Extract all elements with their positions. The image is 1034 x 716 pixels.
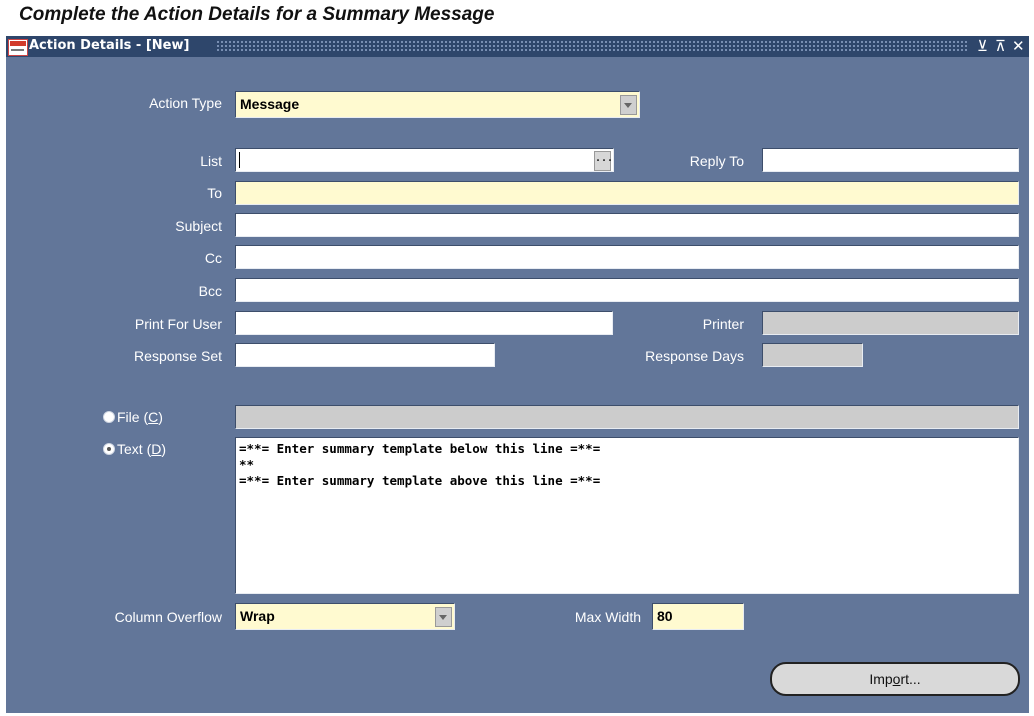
column-overflow-value: Wrap	[240, 608, 275, 624]
action-details-window: Action Details - [New] ⊻ ⊼ ✕ Action Type…	[6, 36, 1029, 713]
action-type-select[interactable]: Message	[235, 91, 640, 118]
column-overflow-select[interactable]: Wrap	[235, 603, 455, 630]
import-button-suffix: rt...	[900, 671, 921, 687]
minimize-icon[interactable]: ⊻	[977, 37, 988, 55]
text-radio-button[interactable]	[103, 443, 115, 455]
max-width-label: Max Width	[574, 609, 641, 625]
list-label: List	[200, 153, 222, 169]
reply-to-label: Reply To	[689, 153, 744, 169]
chevron-down-icon[interactable]	[435, 607, 452, 627]
maximize-icon[interactable]: ⊼	[995, 37, 1006, 55]
import-button[interactable]: Import...	[770, 662, 1020, 696]
file-radio-accelerator: C	[148, 409, 159, 425]
action-type-value: Message	[240, 96, 300, 112]
bcc-field[interactable]	[235, 278, 1019, 302]
print-for-user-label: Print For User	[134, 316, 222, 332]
text-radio-label-suffix: )	[161, 441, 167, 457]
file-radio-label-prefix: File (	[117, 409, 149, 425]
import-button-prefix: Imp	[869, 671, 893, 687]
text-caret	[239, 152, 240, 168]
text-radio-accelerator: D	[151, 441, 162, 457]
column-overflow-label: Column Overflow	[114, 609, 222, 625]
file-radio-button[interactable]	[103, 411, 115, 423]
chevron-down-icon[interactable]	[620, 95, 637, 115]
response-days-field	[762, 343, 863, 367]
printer-label: Printer	[702, 316, 744, 332]
max-width-value: 80	[657, 608, 673, 624]
cc-field[interactable]	[235, 245, 1019, 269]
reply-to-field[interactable]	[762, 148, 1019, 172]
response-days-label: Response Days	[645, 348, 744, 364]
page-caption: Complete the Action Details for a Summar…	[19, 4, 495, 25]
summary-template-textarea[interactable]: =**= Enter summary template below this l…	[235, 437, 1019, 594]
titlebar-grip	[216, 40, 968, 53]
window-title: Action Details - [New]	[29, 38, 190, 53]
response-set-field[interactable]	[235, 343, 495, 367]
action-type-label: Action Type	[149, 95, 222, 111]
text-radio-label-prefix: Text (	[117, 441, 152, 457]
bcc-label: Bcc	[198, 283, 222, 299]
subject-label: Subject	[175, 218, 222, 234]
oracle-app-icon	[8, 39, 28, 56]
subject-field[interactable]	[235, 213, 1019, 237]
to-field[interactable]	[235, 181, 1019, 205]
list-of-values-button[interactable]: ...	[594, 151, 613, 171]
cc-label: Cc	[204, 250, 222, 266]
print-for-user-field[interactable]	[235, 311, 613, 335]
text-radio-option[interactable]: Text (D)	[103, 441, 166, 457]
window-titlebar[interactable]: Action Details - [New] ⊻ ⊼ ✕	[6, 36, 1029, 57]
file-path-field	[235, 405, 1019, 429]
list-field[interactable]: ...	[235, 148, 614, 172]
response-set-label: Response Set	[134, 348, 222, 364]
to-label: To	[207, 185, 222, 201]
file-radio-option[interactable]: File (C)	[103, 409, 163, 425]
close-icon[interactable]: ✕	[1012, 37, 1025, 55]
max-width-field[interactable]: 80	[652, 603, 744, 630]
file-radio-label-suffix: )	[158, 409, 163, 425]
printer-field	[762, 311, 1019, 335]
